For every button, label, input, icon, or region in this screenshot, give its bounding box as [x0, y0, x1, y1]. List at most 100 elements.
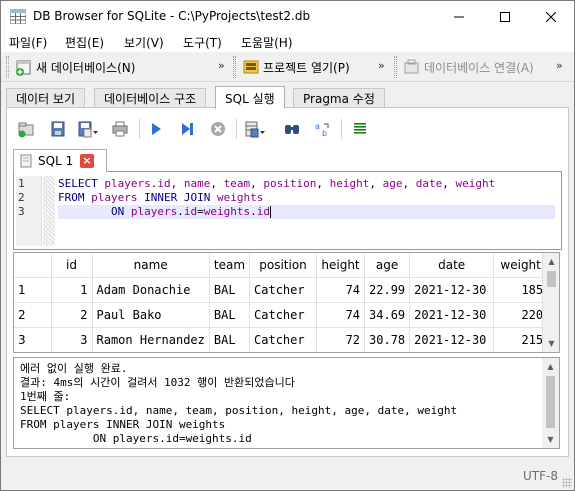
sql-token: players: [104, 177, 151, 190]
toolbar-overflow-1[interactable]: »: [218, 59, 225, 72]
open-tab-button[interactable]: [13, 116, 39, 142]
results-vertical-scrollbar[interactable]: ▲ ▼: [542, 253, 559, 352]
table-cell[interactable]: BAL: [209, 302, 251, 328]
save-results-view-button[interactable]: [242, 116, 268, 142]
table-cell[interactable]: Adam Donachie: [92, 277, 210, 303]
table-row[interactable]: 1 1 Adam Donachie BAL Catcher 74 22.99 2021-12-…: [14, 277, 549, 303]
toolbar-overflow-3[interactable]: »: [556, 59, 563, 72]
row-header[interactable]: 2: [14, 302, 52, 328]
line-number: 1: [18, 177, 25, 190]
tab-database-structure[interactable]: 데이터베이스 구조: [94, 88, 207, 108]
tab-edit-pragmas[interactable]: Pragma 수정: [293, 88, 385, 108]
attach-database-button[interactable]: 데이터베이스 연결(A): [403, 55, 534, 79]
maximize-button[interactable]: [482, 1, 528, 32]
table-cell[interactable]: 2021-12-30: [409, 327, 495, 352]
toolbar-separator: [341, 119, 342, 139]
scroll-thumb[interactable]: [547, 271, 556, 287]
save-sql-file-button[interactable]: [75, 116, 101, 142]
table-cell[interactable]: 215: [493, 327, 549, 352]
tab-sql-1[interactable]: SQL 1 ×: [13, 149, 107, 172]
table-cell[interactable]: Catcher: [249, 277, 318, 303]
table-cell[interactable]: 72: [316, 327, 366, 352]
stop-execution-button[interactable]: [205, 116, 231, 142]
corner-header[interactable]: [14, 253, 52, 278]
scroll-down-icon[interactable]: ▼: [543, 335, 559, 352]
menu-edit[interactable]: 편집(E): [65, 34, 104, 51]
column-header[interactable]: height: [316, 253, 366, 278]
open-project-button[interactable]: 프로젝트 열기(P): [242, 55, 350, 79]
table-cell[interactable]: 2021-12-30: [409, 277, 495, 303]
sql-token: ,: [369, 177, 383, 190]
scroll-up-icon[interactable]: ▲: [543, 253, 559, 270]
comment-icon: [354, 123, 366, 134]
table-cell[interactable]: 74: [316, 277, 366, 303]
scroll-thumb[interactable]: [546, 376, 555, 428]
table-row[interactable]: 3 3 Ramon Hernandez BAL Catcher 72 30.78 2021-1…: [14, 327, 549, 352]
column-header[interactable]: id: [51, 253, 93, 278]
scroll-down-icon[interactable]: ▼: [542, 431, 559, 448]
message-vertical-scrollbar[interactable]: ▲ ▼: [542, 358, 559, 448]
table-cell[interactable]: 2: [51, 302, 93, 328]
message-line: SELECT players.id, name, team, position,…: [20, 404, 458, 417]
toolbar-grip[interactable]: [6, 56, 9, 78]
encoding-indicator: UTF-8: [523, 469, 558, 483]
row-header[interactable]: 1: [14, 277, 52, 303]
toolbar-overflow-2[interactable]: »: [378, 59, 385, 72]
find-text-button[interactable]: [279, 116, 305, 142]
execute-all-button[interactable]: [143, 116, 169, 142]
toolbar-grip[interactable]: [233, 56, 236, 78]
column-header[interactable]: team: [209, 253, 251, 278]
main-toolbar: 새 데이터베이스(N) » 프로젝트 열기(P) » 데이터베이스 연결(A) …: [1, 52, 574, 82]
table-cell[interactable]: Ramon Hernandez: [92, 327, 210, 352]
table-row[interactable]: 2 2 Paul Bako BAL Catcher 74 34.69 2021-12-30 22…: [14, 302, 549, 328]
execute-current-line-button[interactable]: [174, 116, 200, 142]
comment-lines-button[interactable]: [347, 116, 373, 142]
column-header[interactable]: position: [249, 253, 318, 278]
table-cell[interactable]: 30.78: [364, 327, 411, 352]
table-cell[interactable]: 1: [51, 277, 93, 303]
close-button[interactable]: [528, 1, 574, 32]
tab-execute-sql[interactable]: SQL 실행: [215, 86, 285, 109]
table-cell[interactable]: 22.99: [364, 277, 411, 303]
results-grid[interactable]: id name team position height age date we…: [13, 252, 560, 353]
svg-text:a: a: [315, 122, 320, 131]
column-header[interactable]: weight: [493, 253, 549, 278]
table-cell[interactable]: 34.69: [364, 302, 411, 328]
open-tab-icon: [18, 122, 34, 138]
sql-token: ,: [316, 177, 330, 190]
open-sql-file-button[interactable]: [45, 116, 71, 142]
table-cell[interactable]: Paul Bako: [92, 302, 210, 328]
menu-tools[interactable]: 도구(T): [183, 34, 222, 51]
table-cell[interactable]: Catcher: [249, 302, 318, 328]
minimize-button[interactable]: [436, 1, 482, 32]
message-pane[interactable]: 에러 없이 실행 완료. 결과: 4ms의 시간이 걸려서 1032 행이 반환…: [13, 357, 560, 449]
column-header[interactable]: name: [92, 253, 210, 278]
message-line: 에러 없이 실행 완료.: [20, 362, 128, 375]
table-cell[interactable]: 185: [493, 277, 549, 303]
table-cell[interactable]: BAL: [209, 327, 251, 352]
tab-browse-data[interactable]: 데이터 보기: [6, 88, 86, 108]
column-header[interactable]: date: [409, 253, 495, 278]
row-header[interactable]: 3: [14, 327, 52, 352]
print-button[interactable]: [107, 116, 133, 142]
sql-document-icon: [20, 154, 32, 168]
sql-editor[interactable]: 1 2 3 SELECT players.id, name, team, pos…: [16, 176, 557, 246]
close-tab-icon[interactable]: ×: [80, 154, 94, 168]
toolbar-grip[interactable]: [394, 56, 397, 78]
sql-token: INNER JOIN: [144, 191, 217, 204]
menu-view[interactable]: 보기(V): [124, 34, 164, 51]
column-header[interactable]: age: [364, 253, 411, 278]
new-database-button[interactable]: 새 데이터베이스(N): [15, 55, 135, 79]
find-replace-button[interactable]: a b: [310, 116, 336, 142]
table-cell[interactable]: 74: [316, 302, 366, 328]
menu-help[interactable]: 도움말(H): [241, 34, 293, 51]
menu-file[interactable]: 파일(F): [9, 34, 47, 51]
resize-grip-icon[interactable]: [562, 478, 572, 488]
scroll-up-icon[interactable]: ▲: [542, 358, 559, 375]
table-cell[interactable]: 220: [493, 302, 549, 328]
results-body: 1 1 Adam Donachie BAL Catcher 74 22.99 2021-12-…: [14, 277, 549, 352]
table-cell[interactable]: BAL: [209, 277, 251, 303]
table-cell[interactable]: Catcher: [249, 327, 318, 352]
table-cell[interactable]: 2021-12-30: [409, 302, 495, 328]
table-cell[interactable]: 3: [51, 327, 93, 352]
